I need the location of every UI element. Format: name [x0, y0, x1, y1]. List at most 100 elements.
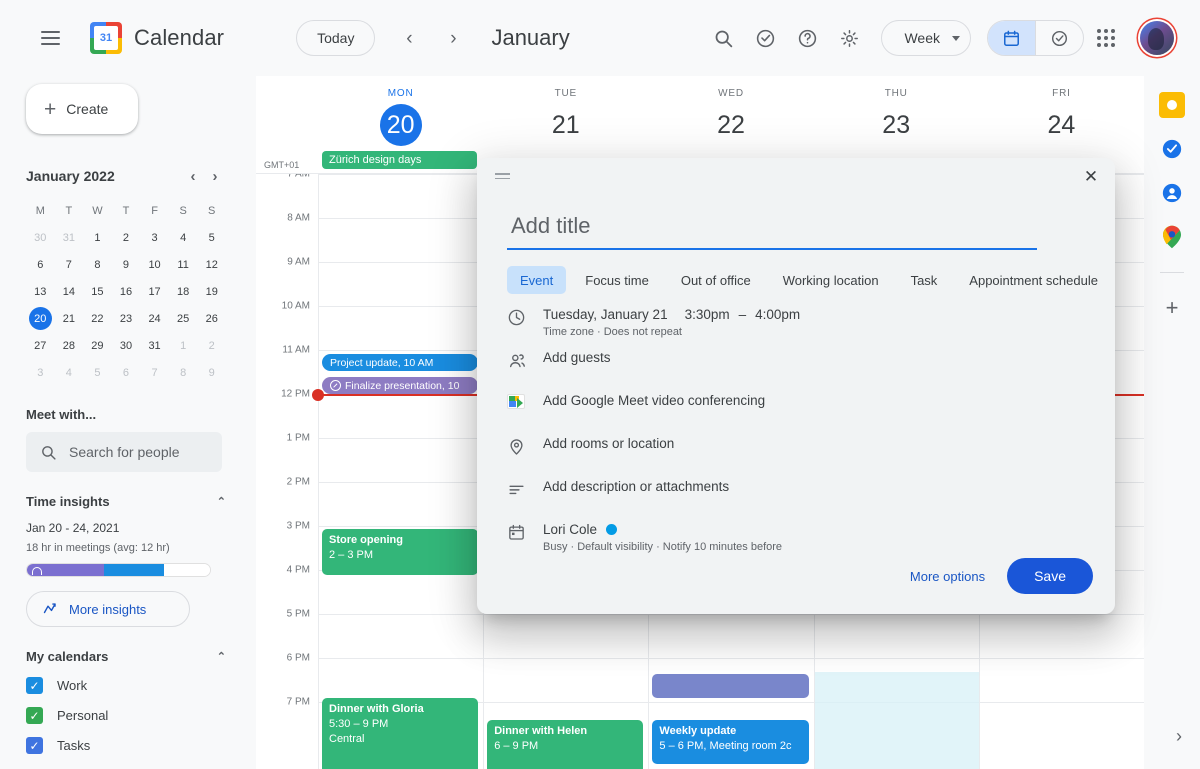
- calendar-event-chip[interactable]: Project update, 10 AM: [322, 354, 478, 371]
- tasks-icon[interactable]: [1159, 136, 1185, 162]
- more-insights-button[interactable]: More insights: [26, 591, 190, 627]
- help-icon[interactable]: [787, 18, 827, 58]
- contacts-icon[interactable]: [1159, 180, 1185, 206]
- mini-calendar-day[interactable]: 23: [112, 306, 141, 331]
- mini-calendar-day[interactable]: 27: [26, 333, 55, 358]
- mini-calendar-day[interactable]: 13: [26, 279, 55, 304]
- tab-appointment-schedule[interactable]: Appointment schedule: [956, 266, 1111, 294]
- mini-calendar-day[interactable]: 3: [140, 225, 169, 250]
- add-meet-label[interactable]: Add Google Meet video conferencing: [543, 393, 765, 408]
- day-number[interactable]: 20: [380, 104, 422, 146]
- tab-task[interactable]: Task: [898, 266, 951, 294]
- tab-out-of-office[interactable]: Out of office: [668, 266, 764, 294]
- drag-handle-icon[interactable]: [495, 173, 510, 179]
- add-description-row[interactable]: Add description or attachments: [507, 478, 1115, 516]
- mini-calendar-day[interactable]: 24: [140, 306, 169, 331]
- day-number[interactable]: 24: [1040, 104, 1082, 146]
- time-slot-selection[interactable]: [815, 672, 979, 769]
- day-number[interactable]: 23: [875, 104, 917, 146]
- day-header-mon[interactable]: MON20: [318, 76, 483, 148]
- calendar-event[interactable]: Store opening2 – 3 PM: [322, 529, 478, 575]
- add-meet-row[interactable]: Add Google Meet video conferencing: [507, 392, 1115, 430]
- close-icon[interactable]: ✕: [1077, 162, 1105, 190]
- mini-calendar-day[interactable]: 7: [55, 252, 84, 277]
- mini-calendar-day[interactable]: 30: [26, 225, 55, 250]
- mini-calendar-day[interactable]: 16: [112, 279, 141, 304]
- event-end-time[interactable]: 4:00pm: [755, 307, 800, 322]
- day-header-wed[interactable]: WED22: [648, 76, 813, 148]
- calendar-event[interactable]: Dinner with Helen6 – 9 PM: [487, 720, 643, 769]
- mini-calendar-day[interactable]: 1: [83, 225, 112, 250]
- checkbox-personal[interactable]: ✓: [26, 707, 43, 724]
- mini-calendar-day[interactable]: 10: [140, 252, 169, 277]
- mini-calendar-day[interactable]: 5: [83, 360, 112, 385]
- people-search-input[interactable]: Search for people: [26, 432, 222, 472]
- expand-panel-chevron-right-icon[interactable]: ›: [1176, 726, 1182, 747]
- all-day-event[interactable]: Zürich design days: [322, 151, 477, 169]
- mini-calendar-day[interactable]: 14: [55, 279, 84, 304]
- previous-period-icon[interactable]: ‹: [393, 22, 425, 54]
- tab-working-location[interactable]: Working location: [770, 266, 892, 294]
- event-calendar-row[interactable]: Lori Cole Busy · Default visibility · No…: [507, 521, 1115, 559]
- day-column-mon[interactable]: Project update, 10 AM Finalize presentati…: [318, 174, 483, 769]
- my-calendars-header[interactable]: My calendars ⌃: [26, 649, 226, 664]
- mini-calendar-day[interactable]: 3: [26, 360, 55, 385]
- add-description-label[interactable]: Add description or attachments: [543, 479, 729, 494]
- day-header-thu[interactable]: THU23: [814, 76, 979, 148]
- mini-calendar-day[interactable]: 30: [112, 333, 141, 358]
- mini-calendar-day[interactable]: 1: [169, 333, 198, 358]
- mini-calendar-day[interactable]: 8: [83, 252, 112, 277]
- event-title-input[interactable]: [507, 210, 1037, 250]
- checkbox-work[interactable]: ✓: [26, 677, 43, 694]
- calendar-event[interactable]: Weekly update5 – 6 PM, Meeting room 2c: [652, 720, 808, 764]
- time-insights-header[interactable]: Time insights ⌃: [26, 494, 226, 509]
- calendar-color-dot[interactable]: [606, 524, 617, 535]
- mini-calendar-day[interactable]: 19: [197, 279, 226, 304]
- day-header-fri[interactable]: FRI24: [979, 76, 1144, 148]
- tasks-view-toggle[interactable]: [1036, 21, 1083, 55]
- mini-calendar-day[interactable]: 28: [55, 333, 84, 358]
- mini-calendar-day[interactable]: 12: [197, 252, 226, 277]
- mini-calendar-day[interactable]: 11: [169, 252, 198, 277]
- calendar-item-tasks[interactable]: ✓Tasks: [26, 737, 226, 754]
- mini-calendar-day[interactable]: 18: [169, 279, 198, 304]
- mini-calendar-day[interactable]: 6: [26, 252, 55, 277]
- add-location-label[interactable]: Add rooms or location: [543, 436, 674, 451]
- day-header-tue[interactable]: TUE21: [483, 76, 648, 148]
- calendar-event-chip[interactable]: Finalize presentation, 10: [322, 377, 478, 394]
- search-icon[interactable]: [703, 18, 743, 58]
- today-button[interactable]: Today: [296, 20, 375, 56]
- checkbox-tasks[interactable]: ✓: [26, 737, 43, 754]
- mini-calendar-day[interactable]: 15: [83, 279, 112, 304]
- check-circle-icon[interactable]: [745, 18, 785, 58]
- mini-calendar-next-icon[interactable]: ›: [204, 165, 226, 187]
- mini-calendar-day[interactable]: 31: [140, 333, 169, 358]
- tab-event[interactable]: Event: [507, 266, 566, 294]
- keep-icon[interactable]: [1159, 92, 1185, 118]
- mini-calendar-day[interactable]: 9: [112, 252, 141, 277]
- mini-calendar-day[interactable]: 22: [83, 306, 112, 331]
- mini-calendar-day[interactable]: 9: [197, 360, 226, 385]
- chevron-up-icon[interactable]: ⌃: [217, 495, 226, 508]
- calendar-event[interactable]: Dinner with Gloria5:30 – 9 PMCentral: [322, 698, 478, 769]
- mini-calendar-day[interactable]: 2: [112, 225, 141, 250]
- mini-calendar-day-selected[interactable]: 20: [26, 306, 55, 331]
- mini-calendar-day[interactable]: 21: [55, 306, 84, 331]
- mini-calendar-day[interactable]: 31: [55, 225, 84, 250]
- save-button[interactable]: Save: [1007, 558, 1093, 594]
- more-options-link[interactable]: More options: [910, 569, 985, 584]
- hamburger-icon[interactable]: [30, 18, 70, 58]
- add-location-row[interactable]: Add rooms or location: [507, 435, 1115, 473]
- event-timezone-repeat[interactable]: Time zone · Does not repeat: [543, 326, 800, 338]
- day-number[interactable]: 21: [545, 104, 587, 146]
- event-time-row[interactable]: Tuesday, January 21 3:30pm – 4:00pm Time…: [507, 306, 1115, 344]
- calendar-view-toggle[interactable]: [988, 21, 1035, 55]
- day-number[interactable]: 22: [710, 104, 752, 146]
- calendar-item-work[interactable]: ✓Work: [26, 677, 226, 694]
- mini-calendar-day[interactable]: 8: [169, 360, 198, 385]
- mini-calendar-day[interactable]: 6: [112, 360, 141, 385]
- mini-calendar-day[interactable]: 2: [197, 333, 226, 358]
- gear-icon[interactable]: [829, 18, 869, 58]
- mini-calendar-day[interactable]: 29: [83, 333, 112, 358]
- mini-calendar-day[interactable]: 4: [55, 360, 84, 385]
